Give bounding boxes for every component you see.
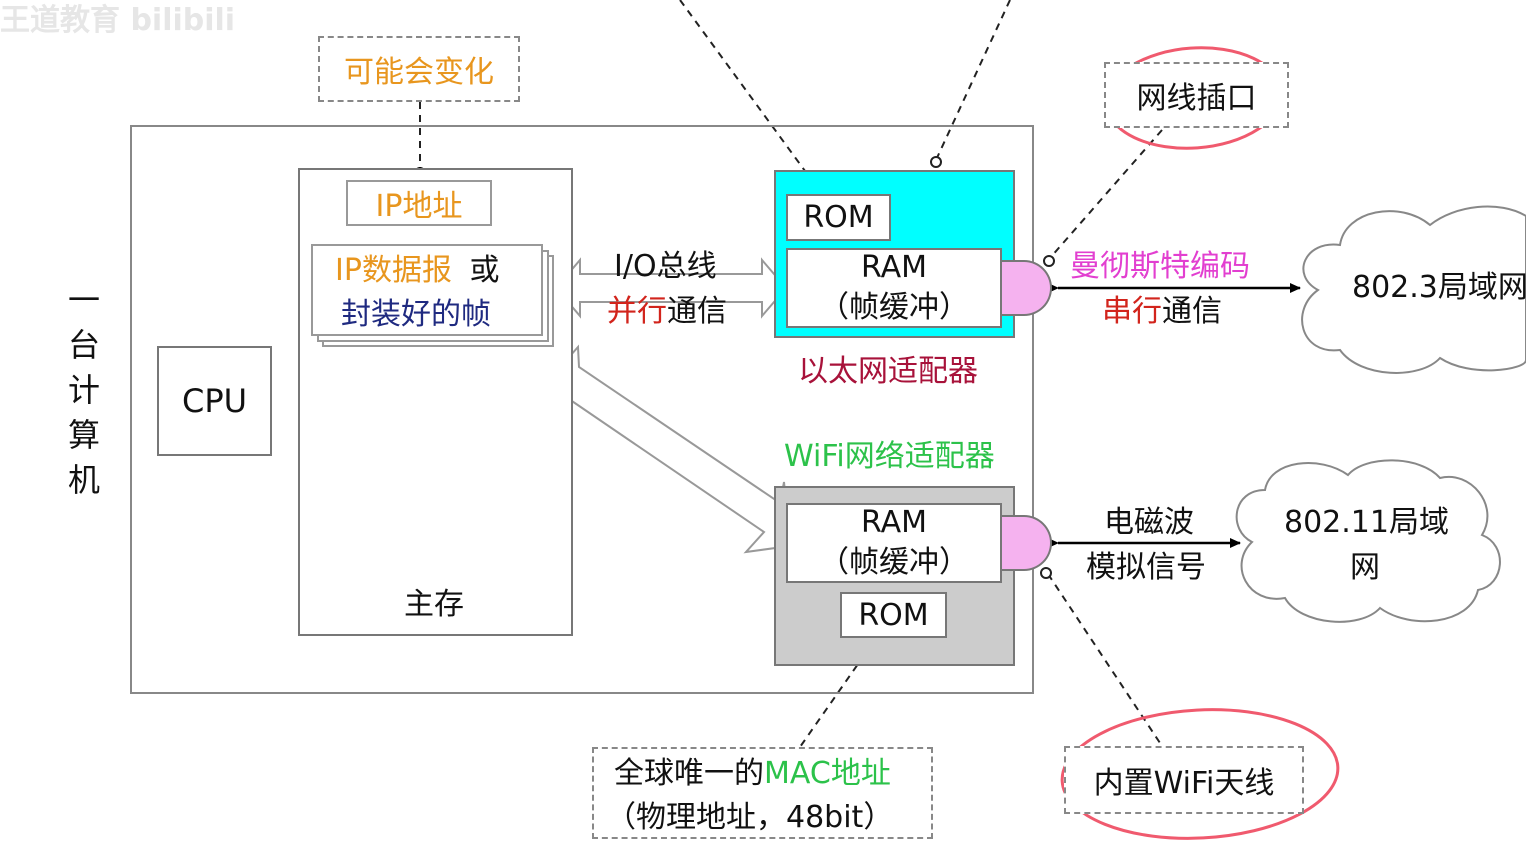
dot-port bbox=[1043, 255, 1055, 267]
ethernet-rom: ROM bbox=[786, 194, 891, 241]
antenna-label-text: 内置WiFi天线 bbox=[1093, 766, 1275, 801]
main-memory-box: 主存 bbox=[298, 168, 573, 636]
main-memory-label: 主存 bbox=[404, 587, 464, 622]
cpu-box: CPU bbox=[157, 346, 272, 456]
wifi-ram-buffer: （帧缓冲） bbox=[819, 545, 969, 580]
radio-wave-label: 电磁波 bbox=[1104, 505, 1194, 540]
serial-comm-label: 串行通信 bbox=[1102, 297, 1222, 327]
manchester-label: 曼彻斯特编码 bbox=[1070, 249, 1250, 284]
ethernet-ram-label: RAM bbox=[860, 250, 928, 285]
ethernet-adapter-name: 以太网适配器 bbox=[798, 354, 978, 389]
wifi-ram-label: RAM bbox=[860, 505, 928, 540]
mac-prefix: 全球唯一的 bbox=[614, 756, 764, 791]
serial-comm-text: 通信 bbox=[1162, 294, 1222, 329]
ip-address-text: IP地址 bbox=[375, 189, 463, 224]
computer-label: 一台计算机 bbox=[67, 281, 100, 499]
ip-address-note: IP地址 bbox=[346, 180, 492, 226]
lan-80211-label: 802.11局域 bbox=[1284, 505, 1449, 540]
may-change-label: 可能会变化 bbox=[318, 36, 520, 102]
io-bus-label: I/O总线 bbox=[614, 249, 717, 284]
frame-text: 封装好的帧 bbox=[341, 297, 491, 332]
dot-antenna bbox=[1040, 567, 1052, 579]
ethernet-ram-buffer: （帧缓冲） bbox=[819, 290, 969, 325]
lan-80211-label-2: 网 bbox=[1350, 550, 1380, 585]
ethernet-rom-label: ROM bbox=[803, 200, 874, 235]
datagram-or: 或 bbox=[469, 253, 500, 288]
parallel-comm-label: 并行通信 bbox=[607, 297, 727, 327]
port-label: 网线插口 bbox=[1104, 62, 1289, 128]
ethernet-ram: RAM （帧缓冲） bbox=[786, 248, 1002, 328]
cpu-label: CPU bbox=[181, 382, 248, 420]
datagram-stack-front: IP数据报 或 封装好的帧 bbox=[311, 244, 543, 336]
cloud-80211 bbox=[1235, 459, 1501, 623]
analog-signal-label: 模拟信号 bbox=[1086, 550, 1206, 585]
datagram-text: IP数据报 bbox=[335, 253, 452, 288]
parallel-text: 并行 bbox=[607, 294, 667, 329]
wifi-rom-label: ROM bbox=[858, 597, 929, 633]
antenna-label: 内置WiFi天线 bbox=[1064, 746, 1304, 814]
parallel-comm-text: 通信 bbox=[667, 294, 727, 329]
watermark: 王道教育 bilibili bbox=[0, 3, 236, 38]
serial-text: 串行 bbox=[1102, 294, 1162, 329]
mac-address-label: 全球唯一的MAC地址 （物理地址，48bit） bbox=[592, 747, 933, 839]
wifi-adapter-name: WiFi网络适配器 bbox=[784, 439, 995, 474]
lan-8023-label: 802.3局域网 bbox=[1352, 270, 1526, 305]
wifi-rom: ROM bbox=[840, 592, 947, 638]
leader-port bbox=[1049, 129, 1163, 259]
leader-antenna bbox=[1047, 573, 1163, 747]
mac-highlight: MAC地址 bbox=[764, 756, 891, 791]
mac-line1: 全球唯一的MAC地址 bbox=[614, 759, 891, 789]
mac-line2: （物理地址，48bit） bbox=[606, 800, 894, 835]
may-change-text: 可能会变化 bbox=[344, 55, 494, 90]
wifi-ram: RAM （帧缓冲） bbox=[786, 503, 1002, 583]
port-label-text: 网线插口 bbox=[1136, 81, 1257, 116]
datagram-line1: IP数据报 或 bbox=[335, 256, 500, 286]
